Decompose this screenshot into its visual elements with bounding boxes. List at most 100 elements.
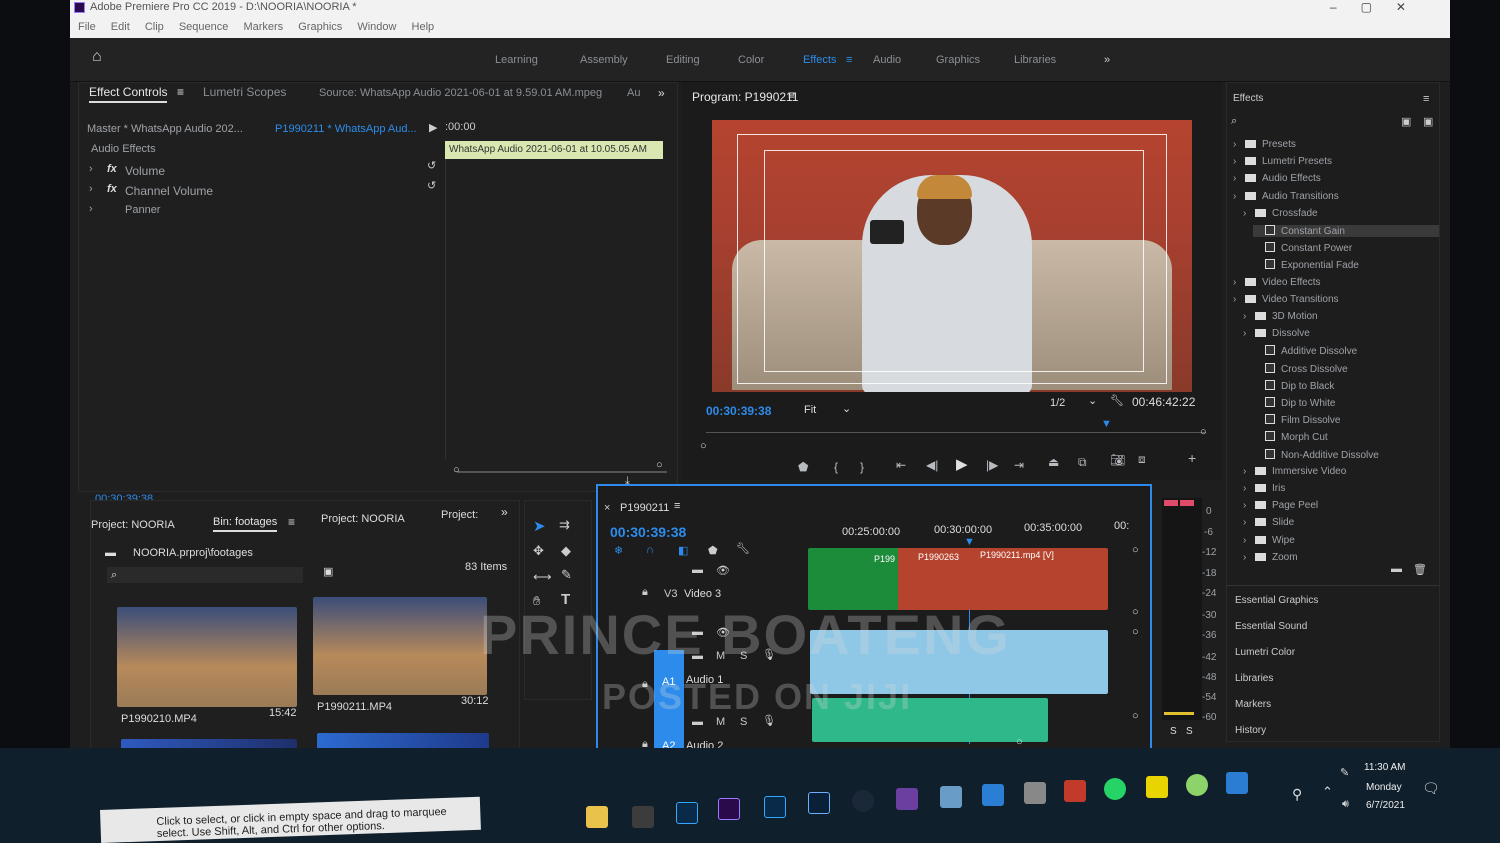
h-scroll-handle[interactable]: ○ [1016, 736, 1023, 748]
panel-libraries[interactable]: Libraries [1235, 673, 1273, 684]
sequence-clip-label[interactable]: P1990211 * WhatsApp Aud... [275, 123, 417, 135]
word-icon[interactable] [1226, 772, 1248, 794]
menu-file[interactable]: File [78, 21, 96, 33]
scrub-handle-left[interactable]: ○ [700, 440, 707, 452]
tab-project-nooria[interactable]: Project: NOORIA [91, 519, 175, 531]
app-icon[interactable] [982, 784, 1004, 806]
effect-item[interactable]: Dip to Black [1253, 379, 1334, 392]
mark-out-icon[interactable]: } [860, 460, 864, 474]
tab-project-nooria-2[interactable]: Project: NOORIA [321, 513, 405, 525]
toggle-sync-icon[interactable]: ▬ [692, 564, 703, 576]
menu-help[interactable]: Help [412, 21, 435, 33]
chevron-down-icon[interactable]: ⌄ [842, 402, 851, 415]
pen-tool-icon[interactable]: ✎ [561, 567, 572, 583]
program-video-frame[interactable] [712, 120, 1192, 392]
menu-markers[interactable]: Markers [243, 21, 283, 33]
program-menu-icon[interactable]: ≡ [788, 88, 795, 102]
comparison-view-icon[interactable]: ⧈ [1138, 452, 1146, 467]
clip-name[interactable]: P1990210.MP4 [121, 713, 197, 725]
effects-menu-icon[interactable]: ≡ [1423, 93, 1429, 105]
tab-project-3[interactable]: Project: [441, 509, 478, 521]
workspace-more-icon[interactable]: » [1104, 54, 1110, 66]
resolution-select[interactable]: 1/2 [1050, 397, 1065, 409]
store-icon[interactable] [632, 806, 654, 828]
accelerated-effects-icon[interactable]: ▣ [1401, 115, 1411, 128]
effect-channel-volume[interactable]: Channel Volume [125, 184, 213, 198]
add-marker-icon[interactable]: ⬟ [798, 460, 808, 474]
menu-sequence[interactable]: Sequence [179, 21, 229, 33]
zoom-scrollbar[interactable] [457, 471, 667, 473]
extract-icon[interactable]: ⧉ [1078, 455, 1087, 470]
chevron-down-icon[interactable]: ⌄ [1088, 394, 1097, 407]
go-to-out-icon[interactable]: ⇥ [1014, 458, 1024, 472]
program-playhead[interactable]: ▼ [1101, 418, 1112, 430]
effect-item[interactable]: Exponential Fade [1253, 259, 1359, 271]
scrub-handle-right[interactable]: ○ [1200, 426, 1207, 438]
lift-icon[interactable]: ⏏ [1048, 455, 1059, 469]
program-scrub-bar[interactable] [706, 432, 1206, 433]
effect-folder[interactable]: › Wipe [1243, 535, 1295, 546]
panel-markers[interactable]: Markers [1235, 699, 1271, 710]
project-search-input[interactable] [107, 567, 303, 583]
meter-solo-button[interactable]: S [1186, 726, 1193, 737]
step-back-icon[interactable]: ◀| [926, 458, 938, 472]
effect-folder[interactable]: › Crossfade [1243, 208, 1318, 219]
zoom-handle-left[interactable]: ○ [453, 464, 460, 476]
scroll-handle-top[interactable]: ○ [1132, 544, 1139, 556]
menu-window[interactable]: Window [357, 21, 396, 33]
effect-folder[interactable]: › Video Effects [1233, 277, 1321, 288]
expand-panner-icon[interactable]: › [89, 203, 93, 215]
reset-volume-icon[interactable]: ↺ [427, 159, 436, 172]
workspace-audio[interactable]: Audio [873, 54, 901, 66]
tab-effect-controls[interactable]: Effect Controls [89, 85, 168, 103]
visual-studio-icon[interactable] [896, 788, 918, 810]
trash-icon[interactable]: 🗑︎ [1413, 563, 1427, 576]
ripple-edit-icon[interactable]: ✥ [533, 543, 544, 559]
effect-item[interactable]: Additive Dissolve [1253, 345, 1357, 357]
scroll-handle[interactable]: ○ [1132, 710, 1139, 722]
menu-clip[interactable]: Clip [145, 21, 164, 33]
scroll-handle[interactable]: ○ [1132, 626, 1139, 638]
pen-icon[interactable]: ✎ [1340, 766, 1349, 779]
volume-icon[interactable]: 🔊︎ [1342, 798, 1349, 811]
app-icon[interactable] [1064, 780, 1086, 802]
expand-volume-icon[interactable]: › [89, 163, 93, 175]
workspace-color[interactable]: Color [738, 54, 764, 66]
file-explorer-icon[interactable] [586, 806, 608, 828]
steam-icon[interactable] [852, 790, 874, 812]
eye-icon[interactable]: 👁︎ [716, 564, 730, 577]
notification-icon[interactable]: 🗨︎ [1422, 780, 1440, 797]
home-icon[interactable]: ⌂ [92, 48, 110, 66]
effect-panner[interactable]: Panner [125, 204, 160, 216]
workspace-libraries[interactable]: Libraries [1014, 54, 1056, 66]
effect-folder[interactable]: › Dissolve [1243, 328, 1310, 339]
sequence-menu-icon[interactable]: ≡ [674, 500, 680, 512]
effect-item[interactable]: Non-Additive Dissolve [1253, 448, 1379, 461]
panel-essential-graphics[interactable]: Essential Graphics [1235, 595, 1318, 606]
effect-item[interactable]: Constant Gain [1253, 225, 1439, 237]
effect-folder[interactable]: › Iris [1243, 483, 1285, 494]
zoom-handle-right[interactable]: ○ [656, 459, 663, 471]
selection-tool-icon[interactable]: ➤ [533, 517, 546, 535]
effect-folder[interactable]: › Immersive Video [1243, 466, 1346, 477]
clip-name[interactable]: P1990211.MP4 [317, 701, 392, 713]
program-timecode[interactable]: 00:30:39:38 [706, 404, 771, 418]
tab-audio-clip-mixer[interactable]: Au [627, 87, 640, 99]
workspace-graphics[interactable]: Graphics [936, 54, 980, 66]
effect-item[interactable]: Dip to White [1253, 397, 1335, 409]
scroll-handle[interactable]: ○ [1132, 606, 1139, 618]
photoshop-icon[interactable] [676, 802, 698, 824]
effect-folder[interactable]: › Audio Effects [1233, 173, 1321, 184]
play-icon[interactable]: ▶ [956, 455, 968, 473]
effect-folder[interactable]: › 3D Motion [1243, 311, 1318, 322]
network-icon[interactable]: ⚲ [1292, 786, 1302, 803]
tab-source[interactable]: Source: WhatsApp Audio 2021-06-01 at 9.5… [319, 87, 602, 99]
effect-folder[interactable]: › Lumetri Presets [1233, 156, 1332, 167]
app-icon[interactable] [1146, 776, 1168, 798]
tab-lumetri-scopes[interactable]: Lumetri Scopes [203, 85, 286, 99]
timeline-timecode[interactable]: 00:30:39:38 [610, 524, 686, 540]
effect-volume[interactable]: Volume [125, 164, 165, 178]
premiere-taskbar-icon[interactable] [718, 798, 740, 820]
lock-icon[interactable]: 🔒︎ [642, 586, 648, 599]
track-select-icon[interactable]: ⇉ [559, 517, 570, 533]
